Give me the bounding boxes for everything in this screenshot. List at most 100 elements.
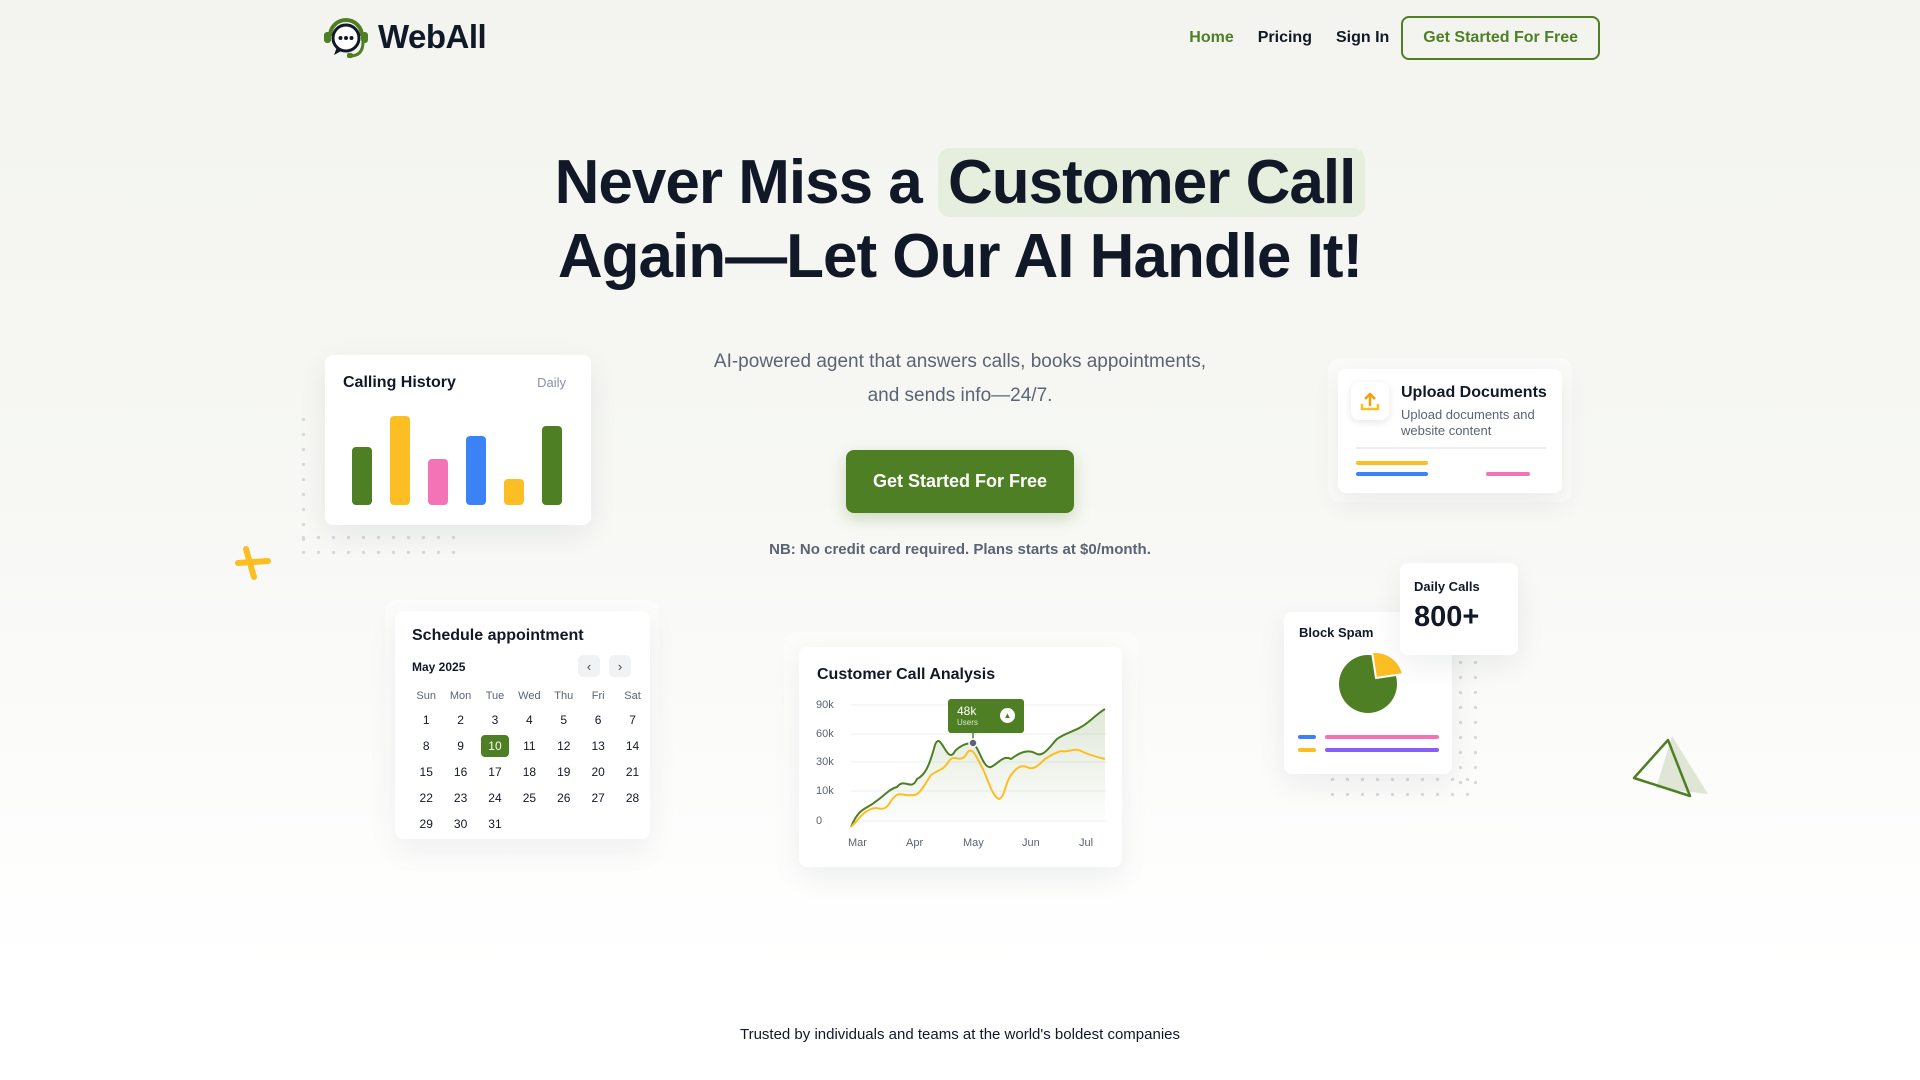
- analysis-line-chart: [850, 704, 1107, 828]
- daily-calls-card: Daily Calls 800+: [1400, 563, 1518, 655]
- calendar-day-number: 14: [625, 739, 640, 753]
- calendar-day-number: 18: [522, 765, 537, 779]
- calendar-weekday-fri: Fri: [591, 690, 605, 702]
- hero-headline-line2: Again—Let Our AI Handle It!: [557, 222, 1363, 291]
- nav-link-pricing[interactable]: Pricing: [1258, 29, 1312, 47]
- calendar-day-number: 7: [629, 713, 636, 727]
- hero-headline-highlight: Customer Call: [938, 148, 1366, 217]
- calendar-day[interactable]: 3: [478, 707, 512, 733]
- calling-history-bar: [466, 436, 486, 505]
- calling-history-bar: [542, 426, 562, 505]
- upload-subtitle-line1: Upload documents and: [1401, 407, 1535, 422]
- trusted-by-text: Trusted by individuals and teams at the …: [739, 1026, 1181, 1043]
- calling-history-bar: [504, 479, 524, 505]
- calendar-day-number: 13: [591, 739, 605, 753]
- schedule-title: Schedule appointment: [412, 627, 584, 644]
- nav-link-sign-in[interactable]: Sign In: [1336, 29, 1389, 47]
- calendar-prev-button[interactable]: ‹: [578, 655, 600, 677]
- upload-icon-box: [1351, 382, 1389, 420]
- upload-progress-blue: [1356, 472, 1428, 476]
- calling-history-card: Calling History Daily: [325, 355, 591, 525]
- calendar-day[interactable]: 18: [512, 759, 546, 785]
- calendar-day-number: 28: [625, 791, 640, 805]
- calendar-day[interactable]: 28: [615, 785, 649, 811]
- calendar-day-number: 5: [560, 713, 568, 727]
- hero-subtitle-line1: AI-powered agent that answers calls, boo…: [713, 351, 1207, 372]
- calendar-day[interactable]: 14: [615, 733, 649, 759]
- calendar-day-number: 22: [419, 791, 433, 805]
- calendar-day[interactable]: 5: [547, 707, 581, 733]
- calendar-day-number: 29: [419, 817, 433, 831]
- calendar-day[interactable]: 13: [581, 733, 615, 759]
- y-tick-90k: 90k: [816, 699, 834, 711]
- calendar-day[interactable]: 4: [512, 707, 546, 733]
- calendar-day-number: 30: [453, 817, 468, 831]
- x-tick-jul: Jul: [1079, 837, 1094, 849]
- calendar-day[interactable]: 19: [547, 759, 581, 785]
- hero-headline-part1: Never Miss a: [554, 148, 938, 217]
- spam-legend-blue: [1298, 735, 1316, 739]
- calendar-day-number: 2: [457, 713, 464, 727]
- upload-documents-card[interactable]: Upload Documents Upload documents and we…: [1338, 369, 1562, 493]
- calendar-day[interactable]: 17: [478, 759, 512, 785]
- calendar-day[interactable]: 27: [581, 785, 615, 811]
- calendar-day[interactable]: 6: [581, 707, 615, 733]
- calendar-day[interactable]: 2: [443, 707, 477, 733]
- calendar-day[interactable]: 31: [478, 811, 512, 837]
- calendar-day[interactable]: 25: [512, 785, 546, 811]
- calendar-day[interactable]: 22: [409, 785, 443, 811]
- calendar-day[interactable]: 24: [478, 785, 512, 811]
- calendar-next-button[interactable]: ›: [609, 655, 631, 677]
- nav-link-home[interactable]: Home: [1189, 29, 1233, 47]
- tooltip-label: Users: [957, 718, 978, 727]
- calendar-day-number: 31: [488, 817, 502, 831]
- calendar-day-number: 15: [419, 765, 433, 779]
- calendar-day[interactable]: 9: [443, 733, 477, 759]
- calendar-day-number: 26: [557, 791, 571, 805]
- brand-logo[interactable]: WebAll: [320, 14, 487, 60]
- calendar-weekday-wed: Wed: [518, 690, 541, 702]
- y-tick-10k: 10k: [816, 785, 834, 797]
- nav-links: Home Pricing Sign In Get Started For Fre…: [1189, 16, 1600, 60]
- calendar-day[interactable]: 20: [581, 759, 615, 785]
- analysis-tooltip: 48k Users ▲: [948, 699, 1024, 733]
- calling-history-bar: [428, 459, 448, 505]
- calendar-day-selected[interactable]: 10: [478, 733, 512, 759]
- tooltip-value: 48k: [957, 704, 977, 718]
- calendar-day-number: 8: [422, 739, 430, 753]
- hero-subtitle-line2: and sends info—24/7.: [867, 385, 1053, 406]
- calendar-day[interactable]: 12: [547, 733, 581, 759]
- nav-get-started-button[interactable]: Get Started For Free: [1401, 16, 1600, 60]
- upload-icon: [1360, 392, 1380, 411]
- triangle-decoration-icon: [1632, 736, 1708, 798]
- calendar-day-number: 12: [557, 739, 571, 753]
- calendar-day[interactable]: 26: [547, 785, 581, 811]
- calendar-day[interactable]: 29: [409, 811, 443, 837]
- calendar-day[interactable]: 30: [443, 811, 477, 837]
- calendar-day[interactable]: 15: [409, 759, 443, 785]
- calendar-day[interactable]: 1: [409, 707, 443, 733]
- upload-subtitle-line2: website content: [1401, 423, 1492, 438]
- calendar-day[interactable]: 7: [615, 707, 649, 733]
- calling-history-bar: [390, 416, 410, 505]
- calendar-day-number: 24: [488, 791, 502, 805]
- calendar-day[interactable]: 21: [615, 759, 649, 785]
- calendar-day-number: 9: [457, 739, 464, 753]
- calendar-day[interactable]: 11: [512, 733, 546, 759]
- brand-name: WebAll: [378, 18, 487, 55]
- y-tick-0: 0: [816, 815, 823, 827]
- calendar-day[interactable]: 23: [443, 785, 477, 811]
- calendar-day-number: 19: [557, 765, 571, 779]
- calendar-day-number: 4: [526, 713, 533, 727]
- calendar-day-number: 23: [453, 791, 468, 805]
- upload-title: Upload Documents: [1401, 384, 1547, 401]
- calendar-day-number: 21: [625, 765, 640, 779]
- analysis-highlight-point[interactable]: [968, 738, 978, 748]
- calendar-day[interactable]: 8: [409, 733, 443, 759]
- tooltip-trend-icon: ▲: [1000, 708, 1015, 723]
- calendar-weekday-sat: Sat: [624, 690, 641, 702]
- hero-get-started-button[interactable]: Get Started For Free: [846, 450, 1074, 513]
- calendar-day[interactable]: 16: [443, 759, 477, 785]
- plus-sparkle-icon: [235, 546, 271, 580]
- calendar-day-number: 25: [522, 791, 537, 805]
